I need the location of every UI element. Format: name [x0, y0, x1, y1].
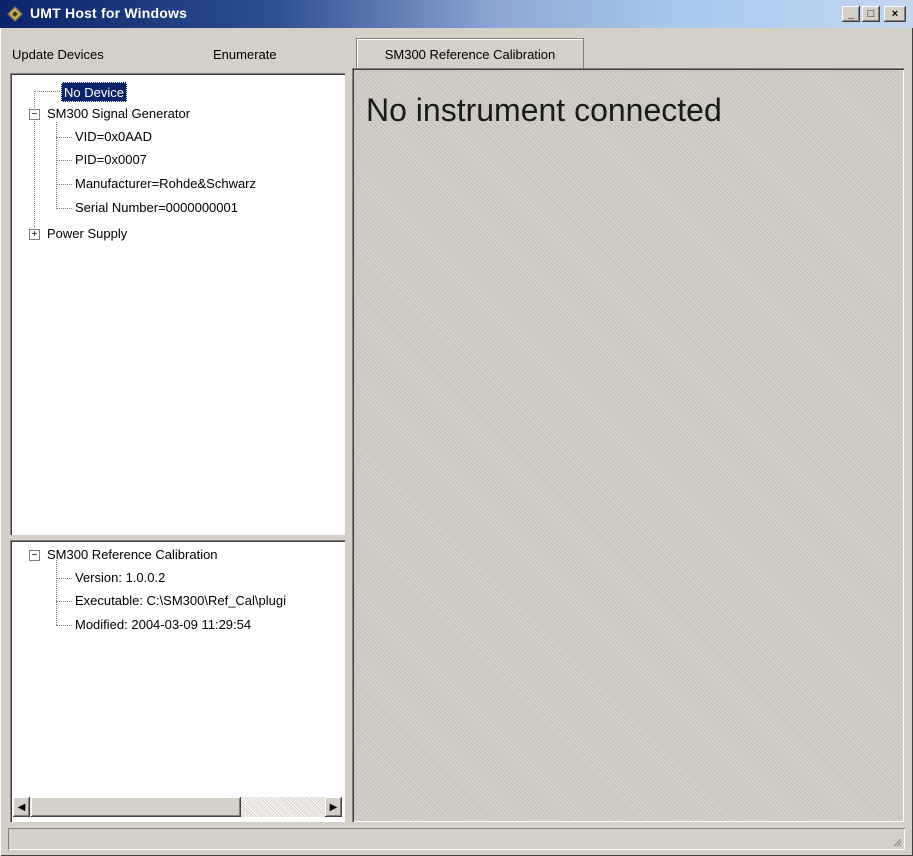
menu-enumerate[interactable]: Enumerate	[213, 47, 277, 62]
scroll-right-icon: ▶	[329, 801, 338, 813]
tree-node-plugin[interactable]: SM300 Reference Calibration	[47, 547, 218, 562]
scroll-left-button[interactable]: ◀	[13, 797, 30, 817]
tree-line	[56, 625, 72, 626]
tree-line	[56, 601, 72, 602]
scroll-right-button[interactable]: ▶	[325, 797, 342, 817]
tree-node-manufacturer[interactable]: Manufacturer=Rohde&Schwarz	[75, 176, 256, 191]
tree-line	[56, 160, 72, 161]
device-tree-panel[interactable]	[10, 73, 345, 535]
tree-line	[56, 184, 72, 185]
status-bar	[8, 828, 905, 850]
tree-line	[56, 137, 72, 138]
tree-node-pid[interactable]: PID=0x0007	[75, 152, 147, 167]
tree-node-serial-number[interactable]: Serial Number=0000000001	[75, 200, 238, 215]
app-icon	[7, 6, 23, 22]
close-icon: ×	[891, 7, 899, 20]
minimize-button[interactable]: _	[842, 6, 860, 22]
title-bar[interactable]: UMT Host for Windows _ □ ×	[0, 0, 913, 28]
content-pane	[352, 68, 904, 822]
tree-line	[56, 578, 72, 579]
scroll-left-icon: ◀	[17, 801, 26, 813]
tree-node-power-supply[interactable]: Power Supply	[47, 226, 127, 241]
window-title: UMT Host for Windows	[30, 5, 188, 21]
expand-icon[interactable]: +	[29, 229, 40, 240]
tree-line	[34, 91, 60, 92]
tree-line	[56, 560, 57, 625]
scroll-thumb[interactable]	[31, 797, 241, 817]
collapse-icon[interactable]: −	[29, 550, 40, 561]
tab-sm300-reference-calibration[interactable]: SM300 Reference Calibration	[356, 38, 584, 69]
minimize-icon: _	[847, 7, 855, 20]
horizontal-scrollbar[interactable]: ◀ ▶	[13, 797, 342, 817]
tree-node-signal-generator[interactable]: SM300 Signal Generator	[47, 106, 190, 121]
tree-node-no-device[interactable]: No Device	[61, 82, 127, 102]
status-message: No instrument connected	[366, 92, 722, 128]
tree-line	[56, 208, 72, 209]
tree-node-executable[interactable]: Executable: C:\SM300\Ref_Cal\plugi	[75, 593, 343, 608]
maximize-button[interactable]: □	[862, 6, 880, 22]
close-button[interactable]: ×	[884, 6, 906, 22]
size-grip-icon[interactable]	[892, 837, 902, 847]
maximize-icon: □	[867, 7, 875, 20]
app-window: UMT Host for Windows _ □ × Update Device…	[0, 0, 913, 856]
tree-line	[56, 122, 57, 209]
menu-update-devices[interactable]: Update Devices	[12, 47, 104, 62]
tab-label: SM300 Reference Calibration	[384, 46, 556, 62]
tree-node-modified[interactable]: Modified: 2004-03-09 11:29:54	[75, 617, 251, 632]
plugin-tree-panel[interactable]	[10, 540, 345, 822]
tree-node-version[interactable]: Version: 1.0.0.2	[75, 570, 165, 585]
collapse-icon[interactable]: −	[29, 109, 40, 120]
tree-node-vid[interactable]: VID=0x0AAD	[75, 129, 152, 144]
